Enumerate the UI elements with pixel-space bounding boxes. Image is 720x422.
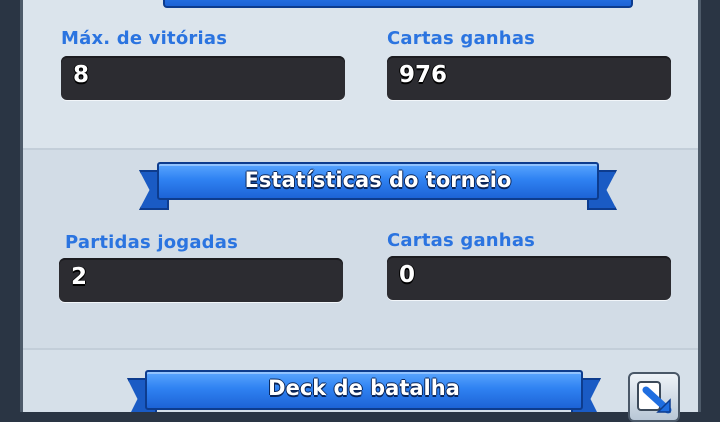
tournament-stats-title: Estatísticas do torneio <box>244 168 512 192</box>
cards-won-field: 976 <box>387 56 671 100</box>
matches-played-value: 2 <box>71 264 88 290</box>
tournament-stats-ribbon: Estatísticas do torneio <box>139 162 617 210</box>
max-wins-label: Máx. de vitórias <box>61 28 228 49</box>
cards-won-label: Cartas ganhas <box>387 28 536 49</box>
battle-deck-section: Deck de batalha <box>23 348 698 412</box>
copy-deck-icon <box>637 381 672 414</box>
tournament-cards-won-value: 0 <box>399 262 416 288</box>
max-wins-value: 8 <box>73 62 90 88</box>
matches-played-field: 2 <box>59 258 343 302</box>
tournament-cards-won-field: 0 <box>387 256 671 300</box>
copy-deck-button[interactable] <box>628 372 680 422</box>
section-ribbon-top <box>163 0 633 8</box>
profile-stats-section: Máx. de vitórias 8 Cartas ganhas 976 <box>23 0 698 148</box>
player-stats-panel: Máx. de vitórias 8 Cartas ganhas 976 Est… <box>20 0 701 412</box>
battle-deck-ribbon: Deck de batalha <box>127 370 601 412</box>
battle-deck-title: Deck de batalha <box>268 376 460 400</box>
ribbon-body: Deck de batalha <box>145 370 583 410</box>
matches-played-label: Partidas jogadas <box>65 232 239 253</box>
tournament-stats-section: Estatísticas do torneio Partidas jogadas… <box>23 148 698 350</box>
ribbon-body: Estatísticas do torneio <box>157 162 599 200</box>
cards-won-value: 976 <box>399 62 448 88</box>
max-wins-field: 8 <box>61 56 345 100</box>
tournament-cards-won-label: Cartas ganhas <box>387 230 536 251</box>
